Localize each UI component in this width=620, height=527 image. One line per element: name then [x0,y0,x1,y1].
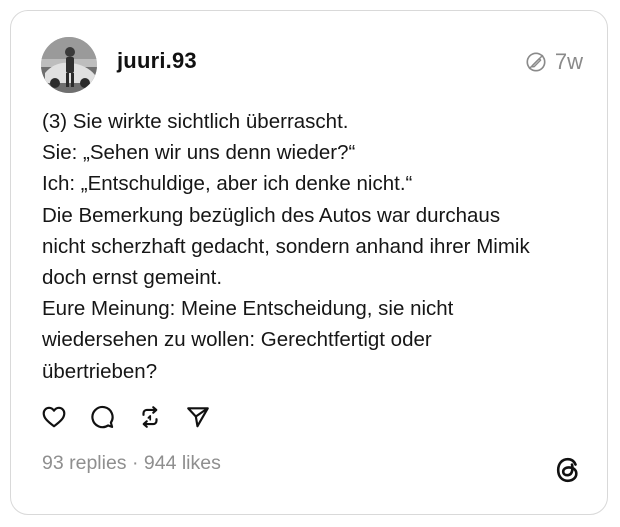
post-text-line: Die Bemerkung bezüglich des Autos war du… [42,203,501,227]
send-icon[interactable] [185,404,211,430]
post-text-line: doch ernst gemeint. [42,266,223,290]
post-text-line: Ich: „Entschuldige, aber ich denke nicht… [42,172,413,196]
pencil-slash-icon [526,52,546,72]
post-card: juuri.93 7w (3) Sie wirkte sichtlich übe… [10,10,608,515]
repost-icon[interactable] [137,404,163,430]
threads-logo-icon [556,457,578,483]
post-text-line: Sie: „Sehen wir uns denn wieder?“ [42,141,356,165]
post-text-line: übertrieben? [42,359,158,383]
post-stats[interactable]: 93 replies · 944 likes [42,452,221,475]
post-text-line: wiedersehen zu wollen: Gerechtfertigt od… [42,328,432,352]
post-text-line: nicht scherzhaft gedacht, sondern anhand… [42,234,530,258]
timestamp-text: 7w [554,49,583,74]
post-text-line: (3) Sie wirkte sichtlich überrascht. [42,110,349,133]
comment-icon[interactable] [89,404,115,430]
username[interactable]: juuri.93 [117,48,197,74]
heart-icon[interactable] [41,404,67,430]
avatar-photo [41,37,97,93]
post-body: (3) Sie wirkte sichtlich überrascht. Sie… [42,106,592,387]
post-text-line: Eure Meinung: Meine Entscheidung, sie ni… [42,297,454,321]
post-timestamp: 7w [525,49,583,75]
action-bar [41,404,211,430]
avatar[interactable] [41,37,97,93]
